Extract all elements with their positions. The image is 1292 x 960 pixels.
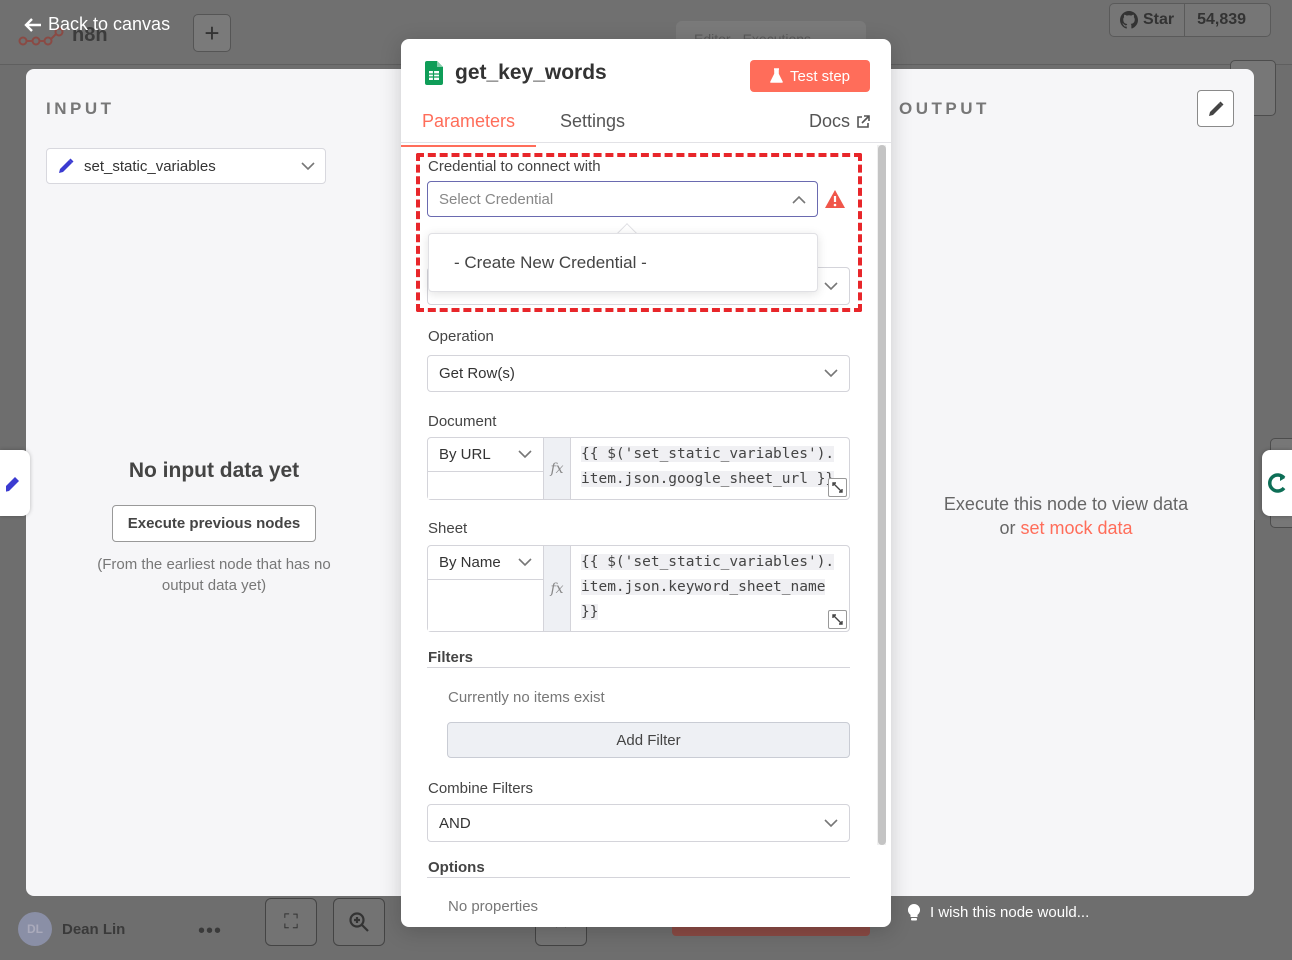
expand-arrow-icon <box>832 614 843 625</box>
scrollbar-thumb[interactable] <box>878 145 886 845</box>
expand-arrow-icon <box>832 482 843 493</box>
lightbulb-icon <box>908 904 920 921</box>
more-options-icon[interactable]: ••• <box>198 920 222 943</box>
chevron-down-icon <box>301 161 315 170</box>
arrow-left-icon <box>24 17 41 32</box>
node-tabs: Parameters Settings Docs <box>401 103 891 147</box>
expand-icon[interactable] <box>828 610 847 629</box>
sheet-label: Sheet <box>428 520 468 537</box>
github-star-count: 54,839 <box>1197 11 1247 28</box>
user-menu[interactable]: DL Dean Lin <box>18 912 125 946</box>
next-node-tab[interactable] <box>1262 450 1292 516</box>
document-mode-value: By URL <box>439 446 491 463</box>
fx-icon: fx <box>543 438 571 499</box>
combine-filters-select[interactable]: AND <box>427 804 850 842</box>
external-link-icon <box>857 114 870 128</box>
zoom-in-icon <box>349 912 369 932</box>
sheet-expression-editor[interactable]: {{ $('set_static_variables'). item.json.… <box>571 546 849 631</box>
flask-icon <box>770 68 783 83</box>
pencil-icon <box>6 477 19 492</box>
input-node-name: set_static_variables <box>84 157 216 175</box>
node-name[interactable]: get_key_words <box>455 61 607 85</box>
feedback-link[interactable]: I wish this node would... <box>908 904 1089 921</box>
document-label: Document <box>428 413 497 430</box>
input-empty-state: No input data yet Execute previous nodes… <box>26 459 402 596</box>
sheet-field: By Name fx {{ $('set_static_variables').… <box>427 545 850 632</box>
create-new-credential-option[interactable]: - Create New Credential - <box>428 233 818 292</box>
chevron-down-icon <box>824 281 838 290</box>
pencil-icon <box>59 158 74 173</box>
previous-node-tab[interactable] <box>0 450 30 516</box>
feedback-label: I wish this node would... <box>930 904 1090 921</box>
expression-line: item.json.google_sheet_url }} <box>581 471 835 487</box>
add-node-button[interactable]: + <box>193 14 231 52</box>
chevron-down-icon <box>518 450 532 459</box>
credential-placeholder: Select Credential <box>439 190 554 208</box>
operation-value: Get Row(s) <box>439 365 515 382</box>
document-mode-select[interactable]: By URL <box>428 438 543 472</box>
execute-previous-nodes-button[interactable]: Execute previous nodes <box>111 505 317 542</box>
node-header: get_key_words <box>425 61 607 85</box>
pencil-icon <box>1208 101 1223 116</box>
sheet-mode-select[interactable]: By Name <box>428 546 543 580</box>
tab-parameters[interactable]: Parameters <box>401 111 537 147</box>
expression-line: item.json.keyword_sheet_name <box>581 579 826 595</box>
options-title: Options <box>428 859 485 876</box>
docs-link[interactable]: Docs <box>809 111 870 132</box>
zoom-in-button[interactable] <box>333 898 385 946</box>
github-icon <box>1120 11 1138 29</box>
divider <box>427 877 850 878</box>
avatar: DL <box>18 912 52 946</box>
github-star-label: Star <box>1143 11 1175 28</box>
chevron-up-icon <box>792 195 806 204</box>
add-filter-button[interactable]: Add Filter <box>447 722 850 758</box>
google-sheets-icon <box>425 61 443 85</box>
github-star-button[interactable]: Star 54,839 <box>1109 3 1271 37</box>
document-field: By URL fx {{ $('set_static_variables'). … <box>427 437 850 500</box>
docs-label: Docs <box>809 111 851 131</box>
mode-spacer <box>428 580 543 631</box>
refresh-icon <box>1268 473 1286 493</box>
canvas-connector <box>1254 520 1292 720</box>
input-empty-title: No input data yet <box>128 459 300 482</box>
input-empty-hint: (From the earliest node that has no outp… <box>97 556 331 594</box>
fit-view-button[interactable]: ⛶ <box>265 898 317 946</box>
sheet-mode-value: By Name <box>439 554 501 571</box>
output-or-text: or <box>999 518 1016 538</box>
chevron-down-icon <box>824 369 838 378</box>
user-name: Dean Lin <box>62 920 126 938</box>
mode-spacer <box>428 472 543 499</box>
chevron-down-icon <box>824 818 838 827</box>
expression-line: }} <box>581 604 599 620</box>
credential-label: Credential to connect with <box>428 158 601 175</box>
combine-filters-label: Combine Filters <box>428 780 534 797</box>
input-pane-title: INPUT <box>46 99 115 118</box>
expression-line: {{ $('set_static_variables'). <box>581 446 835 462</box>
fx-icon: fx <box>543 546 571 631</box>
edit-output-button[interactable] <box>1197 90 1234 127</box>
output-empty-message: Execute this node to view data <box>943 494 1189 514</box>
output-empty-state: Execute this node to view data or set mo… <box>900 492 1232 540</box>
back-to-canvas-button[interactable]: Back to canvas <box>24 14 170 35</box>
filters-empty-text: Currently no items exist <box>448 689 605 706</box>
filters-title: Filters <box>428 649 474 666</box>
test-step-label: Test step <box>789 67 851 85</box>
input-node-select[interactable]: set_static_variables <box>46 148 326 184</box>
expression-line: {{ $('set_static_variables'). <box>581 554 835 570</box>
divider <box>427 667 850 668</box>
expand-icon[interactable] <box>828 478 847 497</box>
back-to-canvas-label: Back to canvas <box>48 14 171 34</box>
set-mock-data-link[interactable]: set mock data <box>1020 518 1132 538</box>
combine-filters-value: AND <box>439 814 471 832</box>
operation-label: Operation <box>428 328 494 345</box>
output-pane-title: OUTPUT <box>899 99 990 118</box>
chevron-down-icon <box>518 558 532 567</box>
tab-settings[interactable]: Settings <box>560 111 625 132</box>
document-expression-editor[interactable]: {{ $('set_static_variables'). item.json.… <box>571 438 849 499</box>
credential-select[interactable]: Select Credential <box>427 181 818 217</box>
warning-icon[interactable] <box>824 189 846 209</box>
operation-select[interactable]: Get Row(s) <box>427 355 850 392</box>
test-step-button[interactable]: Test step <box>750 60 870 92</box>
options-empty-text: No properties <box>448 898 539 915</box>
